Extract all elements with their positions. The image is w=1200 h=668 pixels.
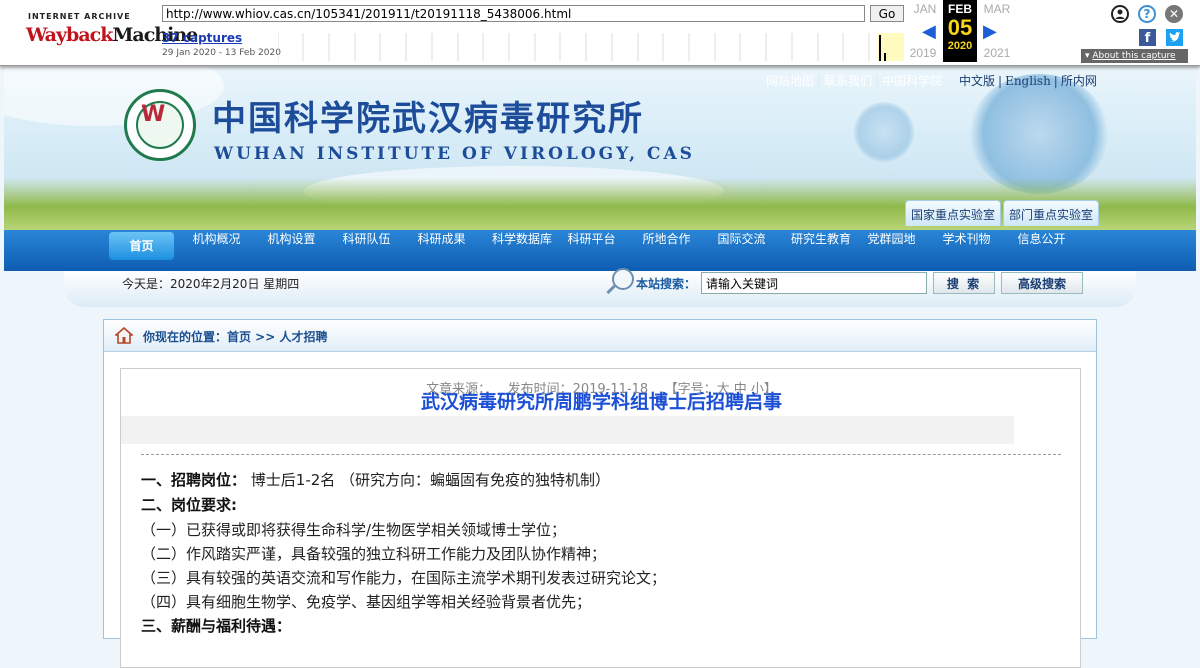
chinese-link[interactable]: 中文版 [959, 74, 995, 88]
search-button[interactable]: 搜 索 [933, 272, 995, 294]
nav-platform[interactable]: 科研平台 [559, 230, 624, 271]
advanced-search-button[interactable]: 高级搜索 [1001, 272, 1083, 294]
requirements-heading-text: 二、岗位要求: [141, 496, 237, 514]
dept-lab-tab[interactable]: 部门重点实验室 [1003, 200, 1100, 226]
about-capture-label: About this capture [1092, 51, 1176, 61]
next-year[interactable]: 2021 [980, 46, 1014, 60]
national-lab-tab[interactable]: 国家重点实验室 [905, 200, 1002, 226]
breadcrumb-bar: 你现在的位置：首页 >> 人才招聘 [104, 320, 1096, 352]
prev-month[interactable]: JAN [908, 2, 942, 16]
close-icon[interactable]: ✕ [1165, 5, 1183, 23]
institute-emblem-icon[interactable]: W [124, 89, 196, 161]
requirement-item: （一）已获得或即将获得生命科学/生物医学相关领域博士学位； [141, 521, 567, 539]
help-icon[interactable]: ? [1138, 5, 1156, 23]
current-capture-date: FEB 05 2020 [943, 0, 977, 62]
site-header: 网站地图 | 联系我们 | 中国科学院 中文版 | English | 所内网 W 中国科学院武… [4, 66, 1196, 230]
section-position-label: 一、招聘岗位： [141, 471, 247, 489]
prev-capture-arrow-icon[interactable]: ◀ [922, 21, 936, 42]
section-position: 一、招聘岗位： 博士后1-2名 （研究方向：蝙蝠固有免疫的独特机制） [141, 469, 610, 490]
go-button[interactable]: Go [870, 5, 904, 22]
current-month: FEB [948, 2, 972, 16]
top-links: 网站地图 | 联系我们 | 中国科学院 [766, 74, 943, 88]
nav-disclosure[interactable]: 信息公开 [1009, 230, 1074, 271]
today-date: 今天是：2020年2月20日 星期四 [122, 277, 300, 291]
content-frame: 你现在的位置：首页 >> 人才招聘 武汉病毒研究所周鹏学科组博士后招聘启事 文章… [103, 319, 1097, 668]
logo-internet-archive: INTERNET ARCHIVE [28, 12, 131, 21]
salary-heading-text: 三、薪酬与福利待遇： [141, 617, 292, 635]
next-capture-arrow-icon[interactable]: ▶ [983, 21, 997, 42]
contact-link[interactable]: 联系我们 [824, 74, 872, 88]
institute-name-cn[interactable]: 中国科学院武汉病毒研究所 [212, 91, 644, 140]
user-icon[interactable] [1111, 5, 1129, 23]
sitemap-link[interactable]: 网站地图 [766, 74, 814, 88]
nav-about[interactable]: 机构概况 [184, 230, 249, 271]
virus-illustration [969, 74, 1109, 194]
captures-link[interactable]: 37 captures [162, 31, 242, 45]
divider [141, 454, 1061, 455]
main-nav: 首页 机构概况 机构设置 科研队伍 科研成果 科学数据库 科研平台 所地合作 国… [4, 230, 1196, 271]
about-capture-button[interactable]: ▾ About this capture [1081, 49, 1188, 63]
breadcrumb[interactable]: 你现在的位置：首页 >> 人才招聘 [143, 328, 327, 345]
facebook-icon[interactable]: f [1139, 29, 1156, 46]
home-icon [115, 327, 133, 344]
institute-name-en[interactable]: WUHAN INSTITUTE OF VIROLOGY, CAS [214, 144, 695, 164]
prev-year[interactable]: 2019 [906, 46, 940, 60]
capture-date-range: 29 Jan 2020 - 13 Feb 2020 [162, 48, 281, 58]
requirement-item: （四）具有细胞生物学、免疫学、基因组学等相关经验背景者优先； [141, 593, 592, 611]
nav-graduate[interactable]: 研究生教育 [781, 230, 861, 271]
english-link[interactable]: English [1005, 74, 1051, 88]
wayback-url-input[interactable] [162, 5, 865, 22]
search-label: 本站搜索： [636, 277, 697, 291]
next-month[interactable]: MAR [980, 2, 1014, 16]
section-salary-heading: 三、薪酬与福利待遇： [141, 615, 291, 636]
nav-structure[interactable]: 机构设置 [259, 230, 324, 271]
current-day: 05 [947, 15, 973, 40]
language-links: 中文版 | English | 所内网 [959, 74, 1097, 88]
logo-wayback-word: Wayback [26, 24, 113, 46]
nav-home[interactable]: 首页 [109, 232, 174, 260]
intranet-link[interactable]: 所内网 [1061, 74, 1097, 88]
section-requirements-heading: 二、岗位要求: [141, 494, 237, 515]
current-year: 2020 [947, 40, 973, 52]
cas-link[interactable]: 中国科学院 [882, 74, 942, 88]
article-meta[interactable]: 文章来源： 发布时间：2019-11-18 【字号：大 中 小】 [121, 378, 1082, 397]
nav-international[interactable]: 国际交流 [709, 230, 774, 271]
nav-achievements[interactable]: 科研成果 [409, 230, 474, 271]
wayback-toolbar: INTERNET ARCHIVE WaybackMachine Go 37 ca… [0, 0, 1200, 66]
nav-party[interactable]: 党群园地 [859, 230, 924, 271]
section-position-text: 博士后1-2名 （研究方向：蝙蝠固有免疫的独特机制） [246, 471, 611, 489]
requirement-item: （二）作风踏实严谨，具备较强的独立科研工作能力及团队协作精神； [141, 545, 607, 563]
requirement-item: （三）具有较强的英语交流和写作能力，在国际主流学术期刊发表过研究论文； [141, 569, 667, 587]
article-meta-bar [121, 416, 1014, 444]
nav-team[interactable]: 科研队伍 [334, 230, 399, 271]
article-panel: 武汉病毒研究所周鹏学科组博士后招聘启事 文章来源： 发布时间：2019-11-1… [120, 368, 1081, 668]
nav-database[interactable]: 科学数据库 [482, 230, 562, 271]
nav-cooperation[interactable]: 所地合作 [634, 230, 699, 271]
nav-journals[interactable]: 学术刊物 [934, 230, 999, 271]
search-input[interactable] [701, 272, 927, 294]
wayback-logo[interactable]: INTERNET ARCHIVE WaybackMachine [12, 6, 198, 56]
capture-sparkline[interactable] [278, 33, 904, 61]
twitter-icon[interactable] [1166, 29, 1183, 46]
